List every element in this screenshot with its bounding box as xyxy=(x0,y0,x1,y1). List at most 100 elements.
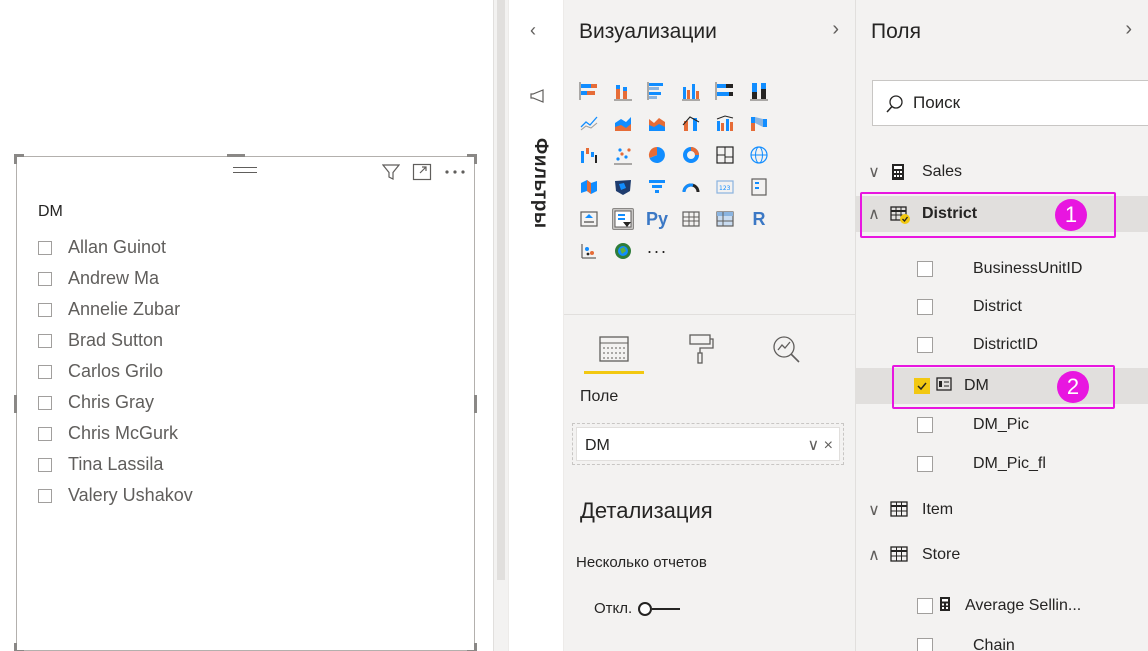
field-row-dm-pic-fl[interactable]: DM_Pic_fl xyxy=(856,446,1148,482)
matrix-icon[interactable] xyxy=(714,208,736,230)
analytics-tab-icon[interactable] xyxy=(756,326,816,372)
waterfall-chart-icon[interactable] xyxy=(578,144,600,166)
slicer-visual[interactable]: DM Allan Guinot Andrew Ma Annelie Zubar … xyxy=(14,154,477,651)
slicer-item[interactable]: Tina Lassila xyxy=(38,449,193,480)
chevron-up-icon[interactable]: ∧ xyxy=(864,545,884,565)
field-row-average-selling[interactable]: Average Sellin... xyxy=(856,588,1148,624)
shape-map-icon[interactable] xyxy=(612,176,634,198)
collapse-visualizations-chevron-icon[interactable]: › xyxy=(832,18,839,41)
r-visual-icon[interactable]: R xyxy=(748,208,770,230)
cross-report-toggle-row[interactable]: Откл. xyxy=(594,600,682,617)
field-row-dm-pic[interactable]: DM_Pic xyxy=(856,407,1148,443)
stacked-column-chart-icon[interactable] xyxy=(612,80,634,102)
donut-chart-icon[interactable] xyxy=(680,144,702,166)
slicer-checkbox[interactable] xyxy=(38,426,52,441)
treemap-icon[interactable] xyxy=(714,144,736,166)
clustered-bar-chart-icon[interactable] xyxy=(646,80,668,102)
scatter-chart-icon[interactable] xyxy=(612,144,634,166)
stacked-area-chart-icon[interactable] xyxy=(646,112,668,134)
resize-handle-right[interactable] xyxy=(474,395,477,413)
multi-row-card-icon[interactable] xyxy=(748,176,770,198)
field-well-item-controls[interactable]: ∨ × xyxy=(808,435,834,455)
field-checkbox[interactable] xyxy=(917,638,933,651)
slicer-checkbox[interactable] xyxy=(38,240,52,255)
drag-grip-icon[interactable] xyxy=(233,167,257,173)
focus-mode-icon[interactable] xyxy=(412,163,432,181)
more-visuals-icon[interactable]: ··· xyxy=(646,240,668,262)
map-icon[interactable] xyxy=(748,144,770,166)
slicer-item[interactable]: Annelie Zubar xyxy=(38,294,193,325)
field-checkbox[interactable] xyxy=(917,299,933,315)
field-well[interactable]: DM ∨ × xyxy=(572,423,844,465)
stacked-bar-chart-icon[interactable] xyxy=(578,80,600,102)
line-and-stacked-column-chart-icon[interactable] xyxy=(680,112,702,134)
arcgis-map-icon[interactable] xyxy=(612,240,634,262)
key-influencers-icon[interactable] xyxy=(578,240,600,262)
slicer-item[interactable]: Carlos Grilo xyxy=(38,356,193,387)
collapse-fields-chevron-icon[interactable]: › xyxy=(1125,18,1132,41)
python-visual-icon[interactable]: Py xyxy=(646,208,668,230)
field-checkbox[interactable] xyxy=(917,456,933,472)
chevron-down-icon[interactable]: ∨ xyxy=(864,500,884,520)
resize-handle-top-left[interactable] xyxy=(14,154,24,164)
filled-map-icon[interactable] xyxy=(578,176,600,198)
table-row-item[interactable]: ∨ Item xyxy=(856,492,1148,528)
slicer-checkbox[interactable] xyxy=(38,395,52,410)
more-options-icon[interactable] xyxy=(444,169,466,175)
report-canvas[interactable]: DM Allan Guinot Andrew Ma Annelie Zubar … xyxy=(0,0,494,651)
line-chart-icon[interactable] xyxy=(578,112,600,134)
chevron-down-icon[interactable]: ∨ xyxy=(864,162,884,182)
clustered-column-chart-icon[interactable] xyxy=(680,80,702,102)
gauge-icon[interactable] xyxy=(680,176,702,198)
100-stacked-bar-chart-icon[interactable] xyxy=(714,80,736,102)
field-checkbox[interactable] xyxy=(917,337,933,353)
slicer-checkbox[interactable] xyxy=(38,333,52,348)
format-tab-icon[interactable] xyxy=(670,326,730,372)
field-checkbox[interactable] xyxy=(917,417,933,433)
slicer-checkbox[interactable] xyxy=(38,302,52,317)
table-row-store[interactable]: ∧ Store xyxy=(856,537,1148,573)
funnel-chart-icon[interactable] xyxy=(646,176,668,198)
slicer-checkbox[interactable] xyxy=(38,271,52,286)
resize-handle-top[interactable] xyxy=(227,154,245,157)
resize-handle-left[interactable] xyxy=(14,395,17,413)
resize-handle-bottom-right[interactable] xyxy=(467,643,477,651)
100-stacked-column-chart-icon[interactable] xyxy=(748,80,770,102)
table-icon[interactable] xyxy=(680,208,702,230)
table-row-sales[interactable]: ∨ Sales xyxy=(856,154,1148,190)
field-row-districtid[interactable]: DistrictID xyxy=(856,327,1148,363)
slicer-item[interactable]: Andrew Ma xyxy=(38,263,193,294)
slicer-icon[interactable] xyxy=(612,208,634,230)
field-checkbox[interactable] xyxy=(917,598,933,614)
slicer-item[interactable]: Brad Sutton xyxy=(38,325,193,356)
fields-search-box[interactable] xyxy=(872,80,1148,126)
slicer-item[interactable]: Chris Gray xyxy=(38,387,193,418)
cross-report-toggle[interactable] xyxy=(638,601,682,616)
card-icon[interactable]: 123 xyxy=(714,176,736,198)
expand-filters-chevron-icon[interactable]: ‹ xyxy=(530,20,536,41)
fields-tab-icon[interactable] xyxy=(584,326,644,374)
filters-pane-collapsed[interactable]: ‹ Фильтры xyxy=(508,0,564,651)
fields-search-input[interactable] xyxy=(913,89,1113,117)
field-row-district[interactable]: District xyxy=(856,289,1148,325)
scrollbar-thumb[interactable] xyxy=(497,0,505,580)
field-row-chain[interactable]: Chain xyxy=(856,628,1148,651)
field-checkbox[interactable] xyxy=(917,261,933,277)
slicer-checkbox[interactable] xyxy=(38,457,52,472)
area-chart-icon[interactable] xyxy=(612,112,634,134)
slicer-item[interactable]: Allan Guinot xyxy=(38,232,193,263)
ribbon-chart-icon[interactable] xyxy=(748,112,770,134)
kpi-icon[interactable] xyxy=(578,208,600,230)
slicer-checkbox[interactable] xyxy=(38,488,52,503)
resize-handle-bottom-left[interactable] xyxy=(14,643,24,651)
slicer-item[interactable]: Chris McGurk xyxy=(38,418,193,449)
resize-handle-top-right[interactable] xyxy=(467,154,477,164)
canvas-scrollbar[interactable] xyxy=(494,0,508,651)
filter-icon[interactable] xyxy=(382,163,400,181)
field-well-item[interactable]: DM ∨ × xyxy=(576,427,840,461)
slicer-item[interactable]: Valery Ushakov xyxy=(38,480,193,511)
slicer-checkbox[interactable] xyxy=(38,364,52,379)
line-and-clustered-column-chart-icon[interactable] xyxy=(714,112,736,134)
pie-chart-icon[interactable] xyxy=(646,144,668,166)
field-row-businessunitid[interactable]: BusinessUnitID xyxy=(856,251,1148,287)
